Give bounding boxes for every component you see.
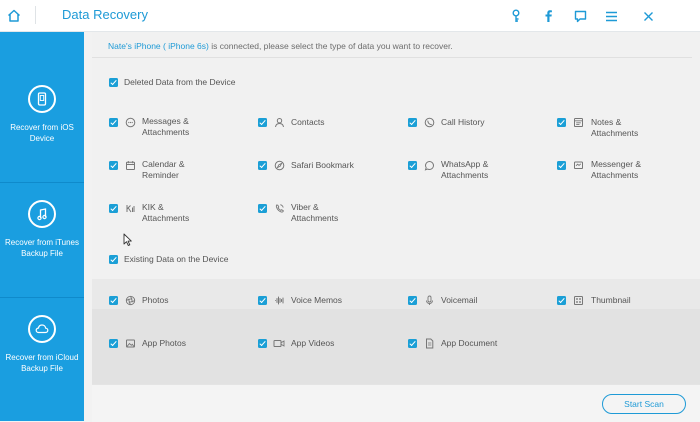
app-videos-checkbox[interactable] [258, 339, 267, 348]
notes-label: Notes & Attachments [591, 117, 638, 139]
key-button[interactable] [506, 6, 526, 26]
voice-memos-label: Voice Memos [291, 295, 343, 305]
sidebar-item-itunes-backup[interactable]: Recover from iTunes Backup File [0, 182, 84, 297]
menu-button[interactable] [601, 6, 621, 26]
app-photos-icon [124, 337, 136, 349]
voicemail-label: Voicemail [441, 295, 478, 305]
messenger-label-text: Messenger & Attachments [591, 159, 642, 180]
deleted-section-checkbox[interactable] [109, 78, 118, 87]
whatsapp-label-text: WhatsApp & Attachments [441, 159, 489, 180]
sidebar-item-icloud-backup[interactable]: Recover from iCloud Backup File [0, 297, 84, 412]
deleted-section-title: Deleted Data from the Device [124, 77, 236, 87]
safari-checkbox[interactable] [258, 161, 267, 170]
notes-label-text: Notes & Attachments [591, 117, 639, 138]
whatsapp-label: WhatsApp & Attachments [441, 159, 488, 181]
photos-icon [124, 294, 136, 306]
messenger-label: Messenger & Attachments [591, 159, 641, 181]
app-document-label: App Document [441, 338, 498, 348]
phone-icon [28, 85, 56, 113]
menu-icon [605, 11, 617, 21]
app-photos-checkbox[interactable] [109, 339, 118, 348]
viber-checkbox[interactable] [258, 204, 267, 213]
sidebar-item-label: Recover from iCloud Backup File [5, 353, 79, 373]
title-bar: Data Recovery [0, 0, 700, 32]
existing-section-title: Existing Data on the Device [124, 254, 229, 264]
calendar-icon [124, 159, 136, 171]
thumbnail-checkbox[interactable] [557, 296, 566, 305]
sidebar-item-label: Recover from iOS Device [10, 123, 74, 143]
messages-checkbox[interactable] [109, 118, 118, 127]
feedback-icon [574, 10, 586, 22]
calendar-label: Calendar & Reminder [142, 159, 185, 181]
calendar-checkbox[interactable] [109, 161, 118, 170]
notes-icon [572, 116, 584, 128]
cloud-icon [28, 315, 56, 343]
feedback-button[interactable] [570, 6, 590, 26]
bottom-bar: Start Scan [92, 384, 700, 422]
messages-label-text: Messages & Attachments [142, 116, 190, 137]
notes-checkbox[interactable] [557, 118, 566, 127]
messenger-icon [572, 159, 584, 171]
messenger-checkbox[interactable] [557, 161, 566, 170]
app-videos-label: App Videos [291, 338, 335, 348]
voicemail-checkbox[interactable] [408, 296, 417, 305]
contacts-label: Contacts [291, 117, 325, 127]
app-videos-icon [273, 337, 285, 349]
voice-memos-icon [273, 294, 285, 306]
main-panel: Nate's iPhone ( iPhone 6s) is connected,… [92, 32, 700, 422]
kik-checkbox[interactable] [109, 204, 118, 213]
thumbnail-label: Thumbnail [591, 295, 631, 305]
close-icon [643, 11, 653, 21]
viber-label-text: Viber & Attachments [291, 202, 339, 223]
notice-message: is connected, please select the type of … [208, 41, 453, 51]
kik-icon [124, 202, 136, 214]
safari-icon [273, 159, 285, 171]
app-photos-label: App Photos [142, 338, 186, 348]
calendar-label-text: Calendar & Reminder [142, 159, 185, 180]
mouse-cursor-icon [123, 233, 132, 246]
thumbnail-icon [572, 294, 584, 306]
app-title: Data Recovery [62, 7, 148, 22]
kik-label: KIK & Attachments [142, 202, 189, 224]
voice-memos-checkbox[interactable] [258, 296, 267, 305]
whatsapp-icon [423, 159, 435, 171]
start-scan-button[interactable]: Start Scan [602, 394, 686, 414]
call-history-label: Call History [441, 117, 485, 127]
call-history-icon [423, 116, 435, 128]
viber-icon [273, 202, 285, 214]
sidebar-item-ios-device[interactable]: Recover from iOS Device [0, 67, 84, 182]
facebook-button[interactable] [538, 6, 558, 26]
key-icon [512, 9, 520, 22]
home-icon [7, 9, 20, 22]
contacts-checkbox[interactable] [258, 118, 267, 127]
photos-label: Photos [142, 295, 169, 305]
connection-notice: Nate's iPhone ( iPhone 6s) is connected,… [108, 41, 453, 51]
close-button[interactable] [638, 6, 658, 26]
title-divider [35, 6, 36, 24]
call-history-checkbox[interactable] [408, 118, 417, 127]
safari-label: Safari Bookmark [291, 160, 354, 170]
sidebar-item-label: Recover from iTunes Backup File [5, 238, 79, 258]
voicemail-icon [423, 294, 435, 306]
photos-checkbox[interactable] [109, 296, 118, 305]
contacts-icon [273, 116, 285, 128]
app-document-icon [423, 337, 435, 349]
notice-divider [92, 57, 692, 58]
message-icon [124, 116, 136, 128]
whatsapp-checkbox[interactable] [408, 161, 417, 170]
music-note-icon [28, 200, 56, 228]
device-name: Nate's iPhone ( iPhone 6s) [108, 41, 209, 51]
sidebar: Recover from iOS Device Recover from iTu… [0, 32, 84, 421]
viber-label: Viber & Attachments [291, 202, 338, 224]
app-document-checkbox[interactable] [408, 339, 417, 348]
messages-label: Messages & Attachments [142, 116, 189, 138]
facebook-icon [545, 10, 552, 22]
home-button[interactable] [0, 0, 27, 31]
kik-label-text: KIK & Attachments [142, 202, 190, 223]
existing-section-checkbox[interactable] [109, 255, 118, 264]
